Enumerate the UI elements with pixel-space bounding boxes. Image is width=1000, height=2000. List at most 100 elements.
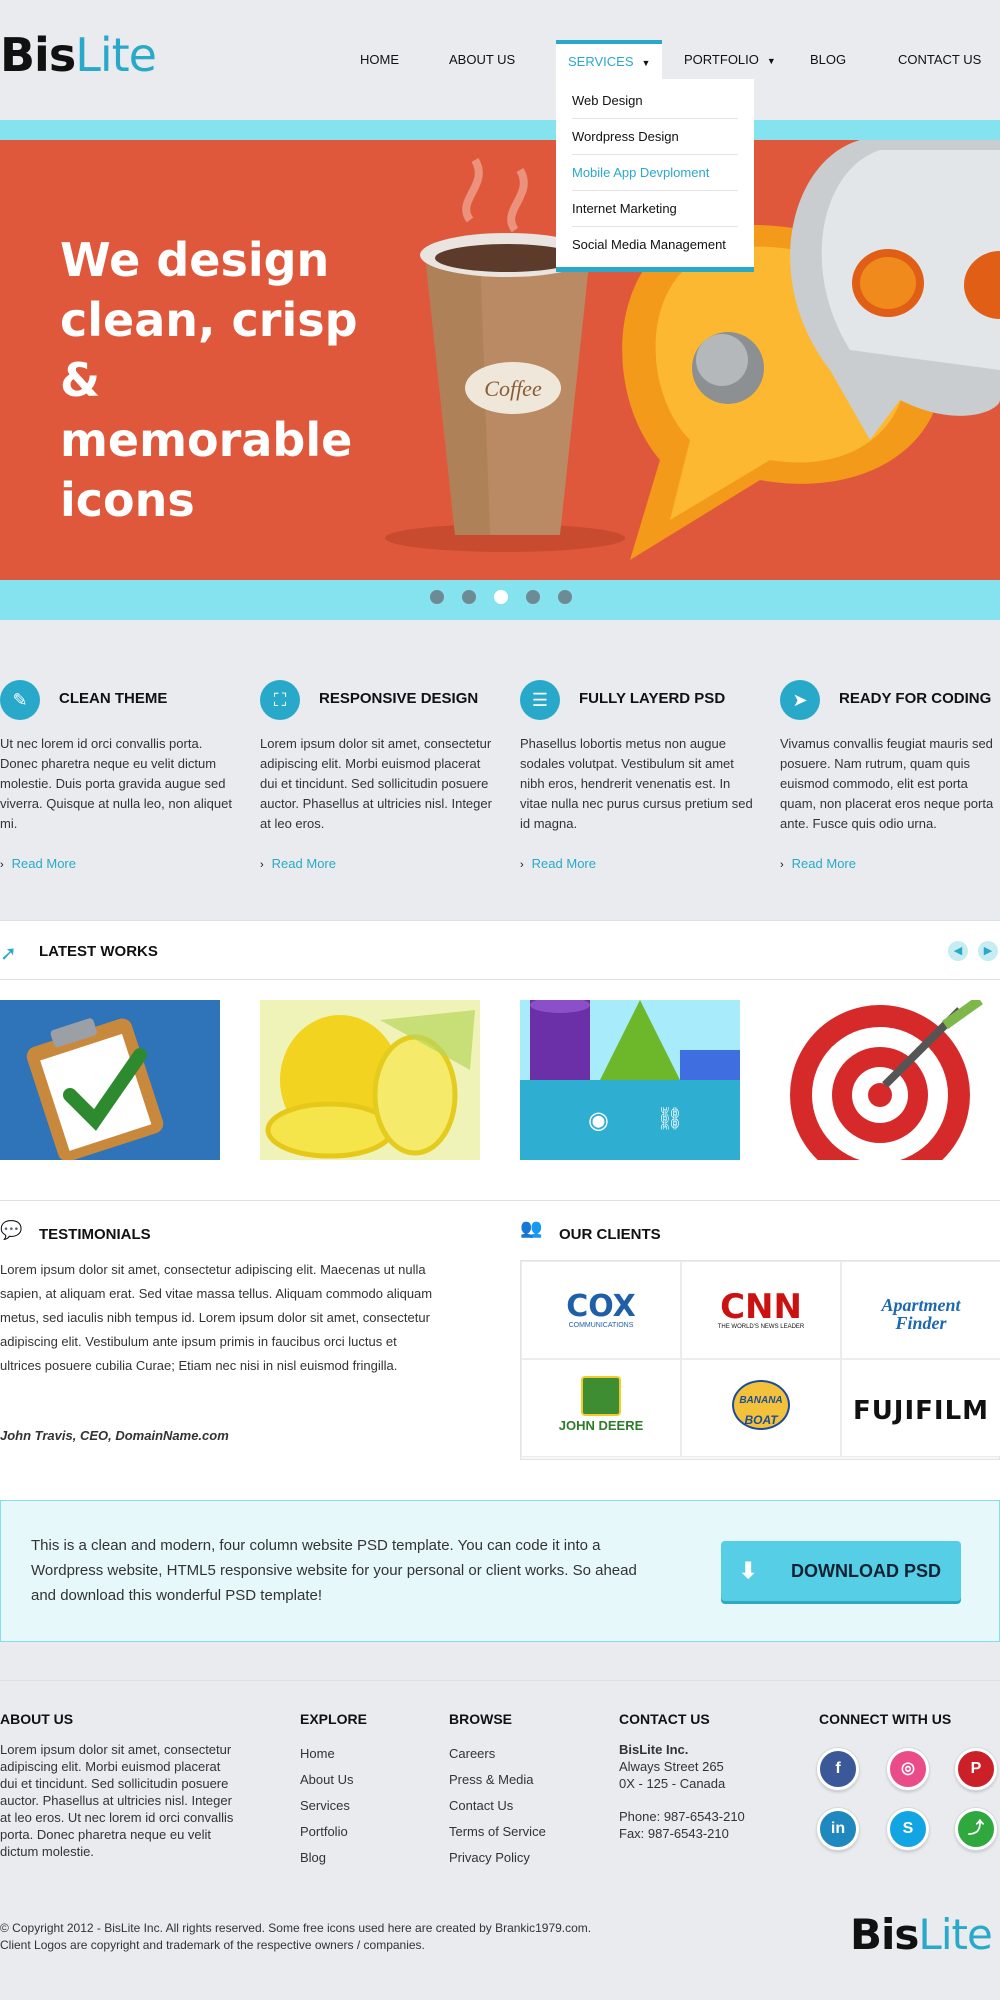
dropdown-item-social-media[interactable]: Social Media Management	[572, 227, 738, 263]
dropdown-item-internet-marketing[interactable]: Internet Marketing	[572, 191, 738, 227]
testimonial-author: John Travis, CEO, DomainName.com	[0, 1428, 229, 1443]
footer-connect-title: CONNECT WITH US	[819, 1711, 952, 1727]
footer-logo-text-dark: Bis	[850, 1910, 919, 1959]
work-hover-overlay: ◉ ⛓	[520, 1080, 740, 1160]
dribbble-icon[interactable]: ◎	[887, 1748, 929, 1790]
eye-icon[interactable]: ◉	[588, 1106, 609, 1135]
footer-link-contact[interactable]: Contact Us	[449, 1793, 546, 1819]
client-logo-cox[interactable]: COX COMMUNICATIONS	[521, 1261, 681, 1359]
footer-link-terms[interactable]: Terms of Service	[449, 1819, 546, 1845]
slider-dot[interactable]	[526, 590, 540, 604]
cnn-logo-text: CNN	[720, 1287, 802, 1327]
dropdown-item-wordpress-design[interactable]: Wordpress Design	[572, 119, 738, 155]
skype-icon[interactable]: S	[887, 1808, 929, 1850]
client-logo-fujifilm[interactable]: FUJIFILM	[841, 1359, 1000, 1457]
download-psd-button[interactable]: ⬇ DOWNLOAD PSD	[721, 1541, 961, 1601]
cox-logo-text: COX	[566, 1289, 636, 1324]
footer-link-blog[interactable]: Blog	[300, 1845, 367, 1871]
slider-dot[interactable]	[462, 590, 476, 604]
read-more-label: Read More	[271, 856, 336, 871]
facebook-icon[interactable]: f	[817, 1748, 859, 1790]
latest-works-header: ➚ LATEST WORKS ◀ ▶	[0, 920, 1000, 980]
linkedin-icon[interactable]: in	[817, 1808, 859, 1850]
hero-slider: We design clean, crisp & memorable icons…	[0, 140, 1000, 580]
feature-title: FULLY LAYERD PSD	[579, 690, 726, 707]
work-item-shapes[interactable]: ◉ ⛓	[520, 1000, 740, 1160]
nav-home[interactable]: HOME	[360, 40, 399, 80]
nav-blog[interactable]: BLOG	[810, 40, 846, 80]
chevron-down-icon: ▼	[641, 58, 651, 68]
apartment-logo-text: Apartment	[881, 1295, 961, 1315]
users-icon: 👥	[520, 1218, 543, 1238]
slider-dot-active[interactable]	[494, 590, 508, 604]
work-item-clipboard[interactable]	[0, 1000, 220, 1160]
copyright-line-2: Client Logos are copyright and trademark…	[0, 1938, 425, 1952]
client-logo-john-deere[interactable]: JOHN DEERE	[521, 1359, 681, 1457]
pencil-icon: ✎	[0, 680, 40, 720]
footer-about: ABOUT US Lorem ipsum dolor sit amet, con…	[0, 1711, 235, 1860]
dropdown-item-mobile-app[interactable]: Mobile App Devploment	[572, 155, 738, 191]
nav-services[interactable]: SERVICES ▼	[556, 40, 663, 80]
feature-title: RESPONSIVE DESIGN	[319, 690, 479, 707]
slider-dot[interactable]	[430, 590, 444, 604]
client-logo-cnn[interactable]: CNN THE WORLD'S NEWS LEADER	[681, 1261, 841, 1359]
cox-logo-sub: COMMUNICATIONS	[568, 1322, 634, 1329]
client-logo-apartment-finder[interactable]: Apartment Finder	[841, 1261, 1000, 1359]
nav-portfolio[interactable]: PORTFOLIO ▼	[684, 40, 776, 80]
footer-link-careers[interactable]: Careers	[449, 1741, 546, 1767]
cup-label-text: Coffee	[484, 376, 542, 401]
footer-street: Always Street 265	[619, 1759, 724, 1774]
footer-logo[interactable]: BisLite	[850, 1910, 993, 1959]
read-more-link[interactable]: › Read More	[520, 856, 596, 871]
feature-title: CLEAN THEME	[59, 690, 168, 707]
read-more-label: Read More	[11, 856, 76, 871]
chevron-right-icon: ›	[520, 859, 524, 871]
testimonial-text: Lorem ipsum dolor sit amet, consectetur …	[0, 1262, 433, 1373]
footer-link-about-us[interactable]: About Us	[300, 1767, 367, 1793]
share-icon[interactable]: ⤴	[955, 1808, 997, 1850]
clients-title: OUR CLIENTS	[559, 1226, 661, 1243]
footer-link-home[interactable]: Home	[300, 1741, 367, 1767]
work-item-target[interactable]	[780, 1000, 1000, 1160]
nav-about-us[interactable]: ABOUT US	[449, 40, 515, 80]
chevron-down-icon: ▼	[766, 56, 776, 66]
prev-arrow-button[interactable]: ◀	[948, 941, 968, 961]
boat-logo-text: BOAT	[744, 1413, 778, 1427]
deer-icon	[581, 1376, 621, 1416]
link-icon[interactable]: ⛓	[656, 1106, 684, 1132]
fujifilm-logo-text: FUJIFILM	[852, 1396, 990, 1426]
testimonials-title: TESTIMONIALS	[39, 1226, 151, 1243]
footer-logo-text-accent: Lite	[918, 1910, 992, 1959]
dropdown-item-web-design[interactable]: Web Design	[572, 83, 738, 119]
footer-link-portfolio[interactable]: Portfolio	[300, 1819, 367, 1845]
finder-logo-text: Finder	[895, 1313, 947, 1333]
footer-explore-title: EXPLORE	[300, 1711, 367, 1727]
read-more-label: Read More	[531, 856, 596, 871]
site-header: BisLite HOME ABOUT US SERVICES ▼ PORTFOLI…	[0, 0, 1000, 120]
footer-link-privacy[interactable]: Privacy Policy	[449, 1845, 546, 1871]
slider-dots	[0, 590, 1000, 606]
cursor-icon: ➚	[0, 943, 17, 965]
slider-dot[interactable]	[558, 590, 572, 604]
download-cta: This is a clean and modern, four column …	[0, 1500, 1000, 1642]
footer-company-name: BisLite Inc.	[619, 1742, 689, 1757]
main-nav: HOME ABOUT US SERVICES ▼ PORTFOLIO ▼ BLOG …	[0, 40, 1000, 80]
clipboard-checkmark-image	[26, 1018, 164, 1160]
work-item-lemons[interactable]	[260, 1000, 480, 1160]
client-logo-banana-boat[interactable]: BANANA BOAT	[681, 1359, 841, 1457]
next-arrow-button[interactable]: ▶	[978, 941, 998, 961]
lemons-image	[265, 1010, 475, 1159]
download-icon: ⬇	[739, 1558, 758, 1583]
footer-link-services[interactable]: Services	[300, 1793, 367, 1819]
resize-icon: ⛶	[260, 680, 300, 720]
nav-contact-us[interactable]: CONTACT US	[898, 40, 981, 80]
deere-logo-text: JOHN DEERE	[558, 1418, 644, 1433]
footer-connect: CONNECT WITH US	[819, 1711, 951, 1741]
footer-link-press[interactable]: Press & Media	[449, 1767, 546, 1793]
feature-title: READY FOR CODING	[839, 690, 992, 707]
pinterest-icon[interactable]: P	[955, 1748, 997, 1790]
nav-services-label: SERVICES	[568, 54, 634, 69]
read-more-link[interactable]: › Read More	[260, 856, 336, 871]
read-more-link[interactable]: › Read More	[0, 856, 76, 871]
read-more-link[interactable]: › Read More	[780, 856, 856, 871]
